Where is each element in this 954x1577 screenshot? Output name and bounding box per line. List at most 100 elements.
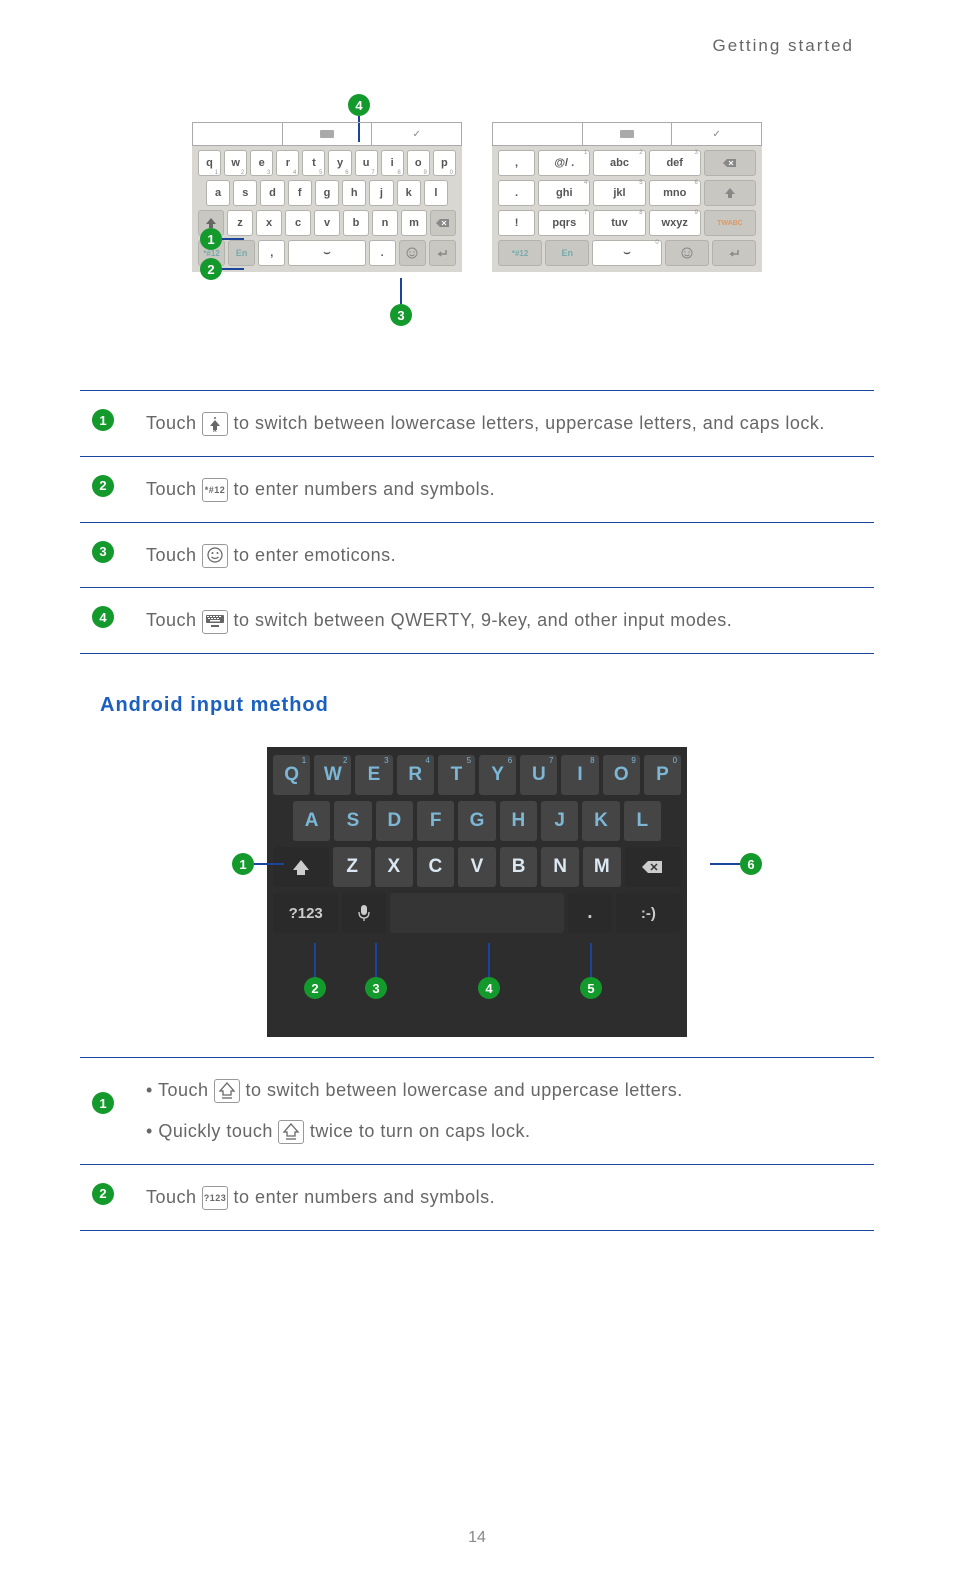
shift-key[interactable] <box>704 180 756 206</box>
key-m[interactable]: m <box>401 210 427 236</box>
key-j[interactable]: j <box>369 180 393 206</box>
key-C[interactable]: C <box>417 847 455 887</box>
key-H[interactable]: H <box>500 801 537 841</box>
key-W[interactable]: W2 <box>314 755 351 795</box>
key-,[interactable]: , <box>498 150 535 176</box>
key-J[interactable]: J <box>541 801 578 841</box>
key-abc[interactable]: 2abc <box>593 150 645 176</box>
period-key[interactable]: . <box>568 893 612 933</box>
dropdown-icon[interactable]: ✓ <box>372 123 461 145</box>
key-x[interactable]: x <box>256 210 282 236</box>
return-key[interactable] <box>429 240 456 266</box>
emoticon-key[interactable]: :-) <box>616 893 681 933</box>
key-o[interactable]: o9 <box>407 150 430 176</box>
key-Y[interactable]: Y6 <box>479 755 516 795</box>
key-s[interactable]: s <box>233 180 257 206</box>
key-V[interactable]: V <box>458 847 496 887</box>
shift-icon <box>214 1079 240 1103</box>
period-key[interactable]: . <box>369 240 396 266</box>
key-v[interactable]: v <box>314 210 340 236</box>
key-K[interactable]: K <box>582 801 619 841</box>
key-tuv[interactable]: 8tuv <box>593 210 645 236</box>
key-Z[interactable]: Z <box>333 847 371 887</box>
key-d[interactable]: d <box>260 180 284 206</box>
key-L[interactable]: L <box>624 801 661 841</box>
dropdown-icon[interactable]: ✓ <box>672 123 761 145</box>
key-c[interactable]: c <box>285 210 311 236</box>
key-p[interactable]: p0 <box>433 150 456 176</box>
android-keyboard: Q1W2E3R4T5Y6U7I8O9P0 ASDFGHJKL Z X C V B… <box>267 747 687 1037</box>
key-O[interactable]: O9 <box>603 755 640 795</box>
key-q[interactable]: q1 <box>198 150 221 176</box>
key-f[interactable]: f <box>288 180 312 206</box>
callout-a2: 2 <box>304 943 326 999</box>
key-Q[interactable]: Q1 <box>273 755 310 795</box>
key-T[interactable]: T5 <box>438 755 475 795</box>
page-header: Getting started <box>712 36 854 56</box>
emoticon-key[interactable] <box>665 240 709 266</box>
key-![interactable]: ! <box>498 210 535 236</box>
key-h[interactable]: h <box>342 180 366 206</box>
key-.[interactable]: . <box>498 180 535 206</box>
key-U[interactable]: U7 <box>520 755 557 795</box>
alpha-key[interactable]: TWABC <box>704 210 756 236</box>
key-w[interactable]: w2 <box>224 150 247 176</box>
space-key[interactable]: ⌣ <box>288 240 365 266</box>
key-mno[interactable]: 6mno <box>649 180 701 206</box>
key-def[interactable]: 3def <box>649 150 701 176</box>
key-D[interactable]: D <box>376 801 413 841</box>
key-r[interactable]: r4 <box>276 150 299 176</box>
input-mode-icon[interactable] <box>282 123 373 145</box>
key-@/ .[interactable]: 1@/ . <box>538 150 590 176</box>
huawei-keyboards: 4 ✓ q1w2e3r4t5y6u7i8o9p0 asdfghjkl z x c… <box>80 100 874 350</box>
space-key[interactable] <box>390 893 564 933</box>
input-mode-icon[interactable] <box>582 123 673 145</box>
key-I[interactable]: I8 <box>561 755 598 795</box>
desc-table-2: 1 Touch to switch between lowercase and … <box>80 1057 874 1230</box>
backspace-key[interactable] <box>704 150 756 176</box>
key-A[interactable]: A <box>293 801 330 841</box>
symbols-key[interactable]: ?123 <box>273 893 338 933</box>
desc2-text-1: Touch to switch between lowercase and up… <box>146 1076 683 1146</box>
key-n[interactable]: n <box>372 210 398 236</box>
key-F[interactable]: F <box>417 801 454 841</box>
key-u[interactable]: u7 <box>355 150 378 176</box>
list-badge-3: 3 <box>92 541 114 563</box>
return-key[interactable] <box>712 240 756 266</box>
key-P[interactable]: P0 <box>644 755 681 795</box>
comma-key[interactable]: , <box>258 240 285 266</box>
backspace-key[interactable] <box>430 210 456 236</box>
key-y[interactable]: y6 <box>328 150 351 176</box>
key-t[interactable]: t5 <box>302 150 325 176</box>
key-wxyz[interactable]: 9wxyz <box>649 210 701 236</box>
voice-key[interactable] <box>342 893 386 933</box>
key-b[interactable]: b <box>343 210 369 236</box>
space-key[interactable]: ⌣0 <box>592 240 661 266</box>
desc-table-1: 1 Touch A to switch between lowercase le… <box>80 390 874 654</box>
emoticon-key[interactable] <box>399 240 426 266</box>
key-B[interactable]: B <box>500 847 538 887</box>
lang-key[interactable]: En <box>545 240 589 266</box>
key-pqrs[interactable]: 7pqrs <box>538 210 590 236</box>
key-N[interactable]: N <box>541 847 579 887</box>
callout-a1: 1 <box>232 853 284 875</box>
key-e[interactable]: e3 <box>250 150 273 176</box>
key-a[interactable]: a <box>206 180 230 206</box>
key-M[interactable]: M <box>583 847 621 887</box>
key-ghi[interactable]: 4ghi <box>538 180 590 206</box>
page-number: 14 <box>468 1529 486 1547</box>
key-k[interactable]: k <box>397 180 421 206</box>
key-G[interactable]: G <box>458 801 495 841</box>
shift-icon: A <box>202 412 228 436</box>
key-R[interactable]: R4 <box>397 755 434 795</box>
callout-4-badge: 4 <box>348 94 370 116</box>
key-S[interactable]: S <box>334 801 371 841</box>
key-jkl[interactable]: 5jkl <box>593 180 645 206</box>
key-g[interactable]: g <box>315 180 339 206</box>
key-X[interactable]: X <box>375 847 413 887</box>
symbols-key[interactable]: *#12 <box>498 240 542 266</box>
key-E[interactable]: E3 <box>355 755 392 795</box>
key-l[interactable]: l <box>424 180 448 206</box>
key-i[interactable]: i8 <box>381 150 404 176</box>
backspace-key[interactable] <box>625 847 681 887</box>
